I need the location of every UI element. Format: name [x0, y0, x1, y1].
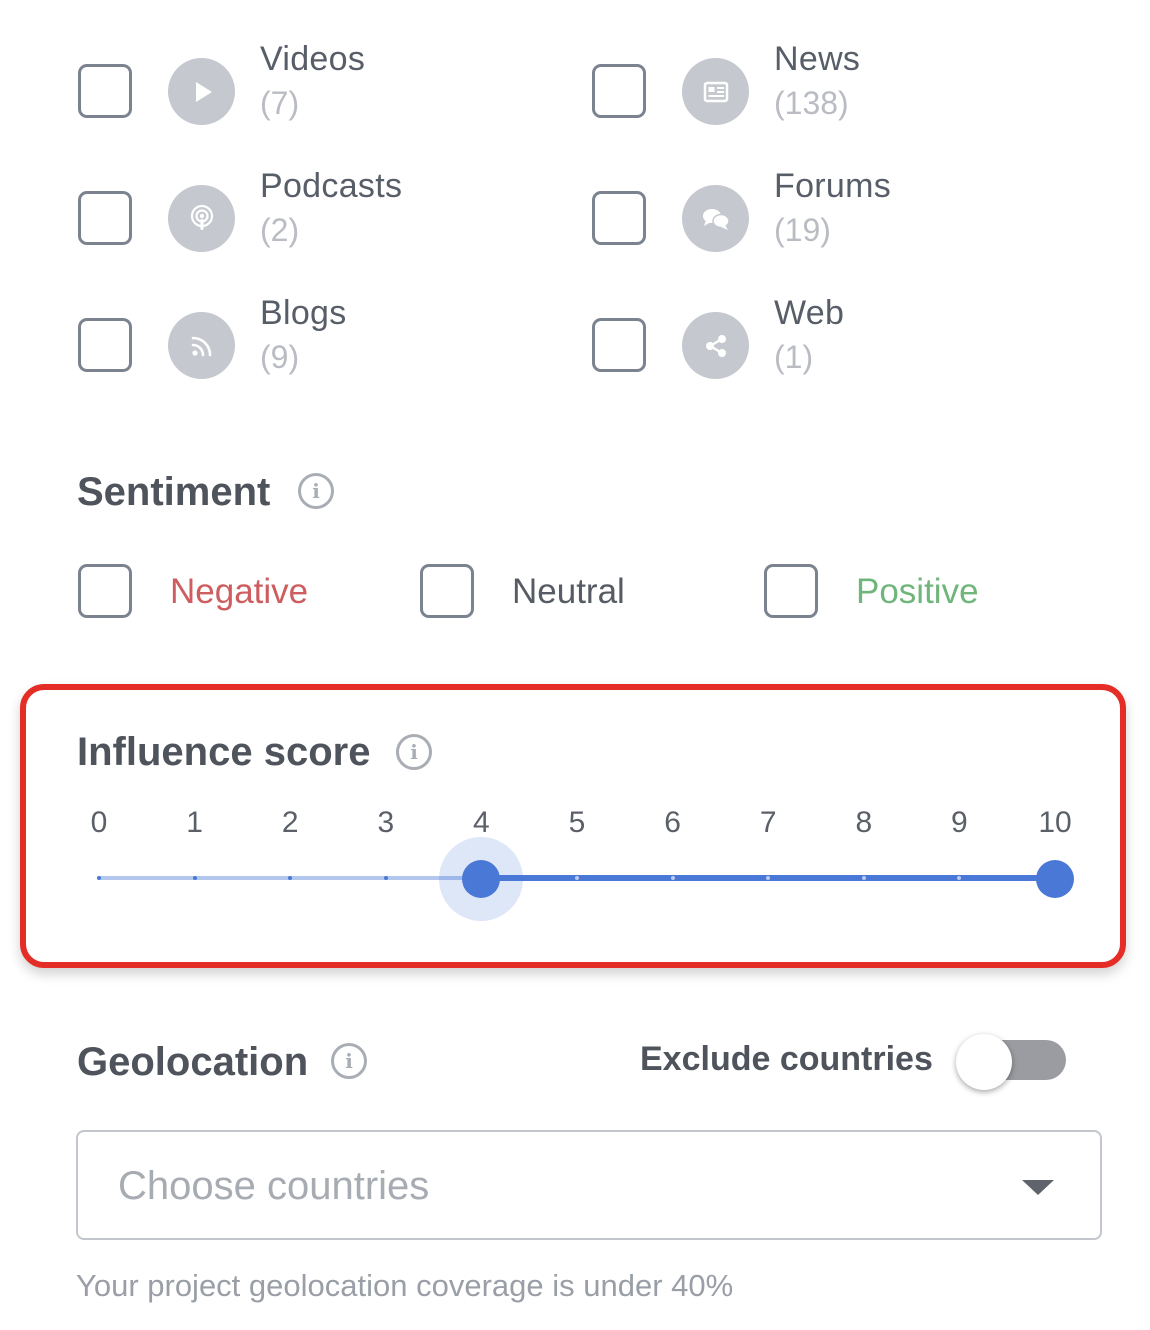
- slider-tick-label: 10: [1038, 806, 1072, 839]
- slider-tick-label: 7: [759, 806, 777, 839]
- source-label: Blogs: [260, 294, 347, 332]
- source-filter-forums[interactable]: Forums (19): [592, 167, 1012, 257]
- neutral-checkbox[interactable]: [420, 564, 474, 618]
- country-select-placeholder: Choose countries: [118, 1164, 430, 1208]
- chat-bubbles-icon: [682, 185, 749, 252]
- sentiment-info-icon[interactable]: i: [298, 473, 334, 509]
- slider-tick-mark: [97, 876, 101, 880]
- sentiment-option-neutral[interactable]: Neutral: [420, 564, 720, 620]
- geolocation-coverage-note: Your project geolocation coverage is und…: [76, 1268, 734, 1303]
- source-count: (19): [774, 212, 831, 248]
- influence-info-icon[interactable]: i: [396, 734, 432, 770]
- forums-checkbox[interactable]: [592, 191, 646, 245]
- source-count: (9): [260, 339, 300, 375]
- source-filter-podcasts[interactable]: Podcasts (2): [78, 167, 498, 257]
- source-filter-web[interactable]: Web (1): [592, 294, 1012, 384]
- slider-tick-mark: [383, 876, 388, 880]
- sentiment-title: Sentiment: [77, 470, 271, 514]
- sentiment-option-positive[interactable]: Positive: [764, 564, 1064, 620]
- source-count: (138): [774, 85, 849, 121]
- neutral-label: Neutral: [512, 572, 625, 611]
- slider-thumb-high[interactable]: [1036, 860, 1074, 898]
- blogs-checkbox[interactable]: [78, 318, 132, 372]
- slider-tick-mark: [861, 876, 866, 880]
- source-filter-videos[interactable]: Videos (7): [78, 40, 498, 130]
- positive-checkbox[interactable]: [764, 564, 818, 618]
- country-select[interactable]: Choose countries: [76, 1130, 1102, 1240]
- source-label: Podcasts: [260, 167, 403, 205]
- rss-icon: [168, 312, 235, 379]
- slider-thumb-low[interactable]: [462, 860, 501, 898]
- videos-checkbox[interactable]: [78, 64, 132, 118]
- influence-score-title: Influence score: [77, 730, 371, 774]
- exclude-countries-label: Exclude countries: [640, 1040, 933, 1078]
- slider-tick-label: 6: [664, 806, 681, 839]
- share-icon: [682, 312, 749, 379]
- source-label: News: [774, 40, 861, 78]
- source-count: (7): [260, 85, 300, 121]
- negative-checkbox[interactable]: [78, 564, 132, 618]
- web-checkbox[interactable]: [592, 318, 646, 372]
- source-filter-blogs[interactable]: Blogs (9): [78, 294, 498, 384]
- play-icon: [168, 58, 235, 125]
- exclude-countries-toggle[interactable]: [956, 1034, 1068, 1090]
- positive-label: Positive: [856, 572, 979, 611]
- source-label: Forums: [774, 167, 892, 205]
- slider-tick-mark: [670, 876, 675, 880]
- slider-tick-mark: [575, 876, 579, 880]
- chevron-down-icon: [1022, 1180, 1054, 1195]
- slider-tick-label: 9: [951, 806, 968, 839]
- source-label: Web: [774, 294, 845, 332]
- slider-tick-label: 5: [568, 806, 586, 839]
- source-count: (2): [260, 212, 300, 248]
- podcasts-checkbox[interactable]: [78, 191, 132, 245]
- slider-tick-mark: [288, 876, 293, 880]
- slider-tick-label: 8: [855, 806, 873, 839]
- slider-tick-mark: [766, 876, 771, 880]
- slider-tick-label: 0: [90, 806, 108, 839]
- slider-tick-label: 2: [281, 806, 299, 839]
- slider-tick-label: 4: [473, 806, 490, 839]
- newspaper-icon: [682, 58, 749, 125]
- filters-panel: Videos (7) News (138) Podcasts (2) Forum…: [0, 0, 1150, 1330]
- podcast-icon: [168, 185, 235, 252]
- negative-label: Negative: [170, 572, 309, 611]
- slider-tick-mark: [192, 876, 197, 880]
- geolocation-title: Geolocation: [77, 1040, 309, 1084]
- slider-tick-mark: [957, 876, 962, 880]
- source-label: Videos: [260, 40, 366, 78]
- sentiment-option-negative[interactable]: Negative: [78, 564, 378, 620]
- news-checkbox[interactable]: [592, 64, 646, 118]
- source-count: (1): [774, 339, 814, 375]
- toggle-knob: [956, 1034, 1012, 1090]
- source-filter-news[interactable]: News (138): [592, 40, 1012, 130]
- slider-tick-label: 3: [377, 806, 395, 839]
- geolocation-info-icon[interactable]: i: [331, 1043, 367, 1079]
- slider-tick-label: 1: [186, 806, 203, 839]
